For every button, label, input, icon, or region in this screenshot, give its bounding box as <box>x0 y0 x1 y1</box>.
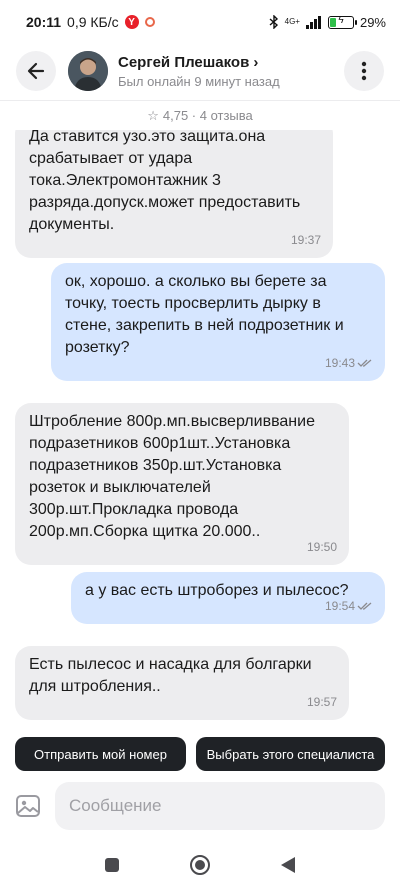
signal-icon <box>305 15 321 29</box>
send-my-number-button[interactable]: Отправить мой номер <box>15 737 186 771</box>
message-input[interactable] <box>55 782 385 830</box>
chevron-right-icon: › <box>253 53 259 71</box>
avatar-photo <box>68 51 108 91</box>
chat-header: Сергей Плешаков › Был онлайн 9 минут наз… <box>0 44 400 98</box>
message-text: Да ставится узо.это защита.она срабатыва… <box>29 130 301 233</box>
rating-bar[interactable]: ☆ 4,75 · 4 отзыва <box>0 100 400 130</box>
contact-name[interactable]: Сергей Плешаков › <box>118 54 344 71</box>
yandex-icon: Y <box>124 15 139 29</box>
message-incoming[interactable]: Есть пылесос и насадка для болгарки для … <box>15 646 349 720</box>
system-nav-bar <box>0 840 400 889</box>
message-time: 19:43 <box>324 356 355 370</box>
home-icon[interactable] <box>189 854 211 876</box>
message-time: 19:50 <box>306 540 337 554</box>
back-button[interactable] <box>16 51 56 91</box>
contact-info[interactable]: Сергей Плешаков › Был онлайн 9 минут наз… <box>118 54 344 89</box>
more-options-button[interactable] <box>344 51 384 91</box>
status-time: 20:11 <box>26 14 62 30</box>
message-list[interactable]: Да ставится узо.это защита.она срабатыва… <box>0 130 400 724</box>
back-arrow-icon <box>27 62 45 80</box>
battery-percent: 29% <box>359 14 386 30</box>
message-text: Есть пылесос и насадка для болгарки для … <box>29 656 312 695</box>
message-incoming[interactable]: Да ставится узо.это защита.она срабатыва… <box>15 130 333 258</box>
network-type: 4G+ <box>284 17 300 26</box>
star-icon: ☆ <box>147 107 159 123</box>
message-text: Штробление 800р.мп.высверливвание подраз… <box>29 413 315 540</box>
message-outgoing[interactable]: ок, хорошо. а сколько вы берете за точку… <box>51 263 385 381</box>
avatar[interactable] <box>68 51 108 91</box>
battery-icon: ϟ <box>327 15 357 29</box>
quick-actions: Отправить мой номер Выбрать этого специа… <box>15 737 385 771</box>
more-vertical-icon <box>361 61 367 81</box>
read-checkmarks-icon <box>357 602 372 610</box>
choose-specialist-button[interactable]: Выбрать этого специалиста <box>196 737 385 771</box>
rating-text: 4,75 · 4 отзыва <box>162 108 253 123</box>
last-seen-status: Был онлайн 9 минут назад <box>118 73 280 89</box>
status-bar: 20:11 0,9 КБ/с Y 4G+ ϟ 29% <box>0 0 400 44</box>
recent-apps-icon[interactable] <box>104 857 120 873</box>
message-text: ок, хорошо. а сколько вы берете за точку… <box>65 273 344 356</box>
image-attach-icon[interactable] <box>15 793 41 819</box>
network-speed: 0,9 КБ/с <box>67 14 119 30</box>
message-time: 19:54 <box>324 599 355 613</box>
notification-ring-icon <box>144 17 155 27</box>
read-checkmarks-icon <box>357 359 372 367</box>
message-time: 19:37 <box>290 233 321 247</box>
bluetooth-icon <box>269 15 278 29</box>
message-outgoing[interactable]: а у вас есть штроборез и пылесос? 19:54 <box>71 572 385 624</box>
message-incoming[interactable]: Штробление 800р.мп.высверливвание подраз… <box>15 403 349 565</box>
message-composer <box>0 778 400 834</box>
message-time: 19:57 <box>306 695 337 709</box>
back-triangle-icon[interactable] <box>280 856 296 874</box>
